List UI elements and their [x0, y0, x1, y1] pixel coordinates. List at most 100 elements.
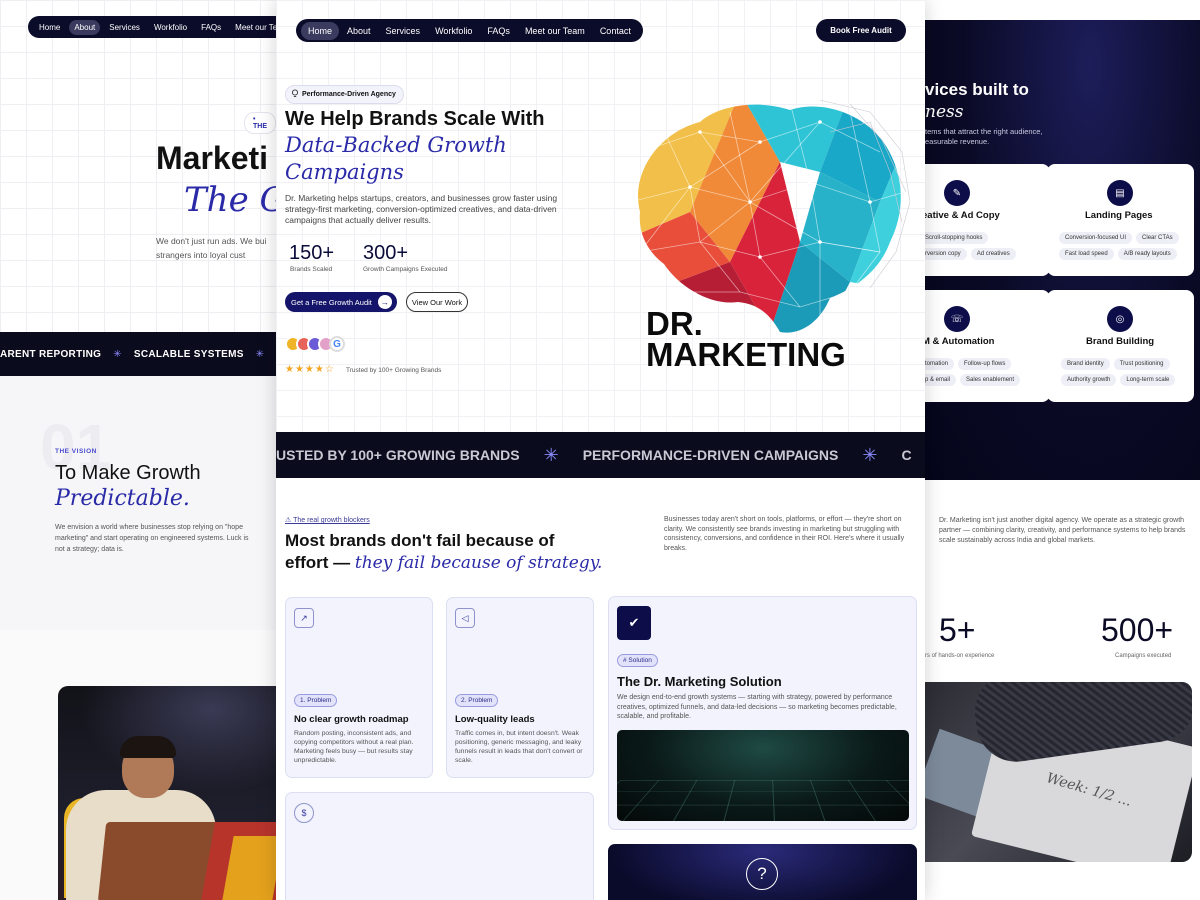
left-nav-home[interactable]: Home — [34, 20, 65, 35]
left-page-preview: Home About Services Workfolio FAQs Meet … — [0, 0, 276, 900]
service-card-title: eative & Ad Copy — [925, 210, 1000, 221]
service-card-title: Brand Building — [1086, 336, 1155, 347]
speaker-photo — [58, 686, 276, 900]
solution-image-grid — [617, 780, 909, 821]
service-tag: Fast load speed — [1059, 248, 1114, 260]
main-page-preview: Home About Services Workfolio FAQs Meet … — [276, 0, 925, 900]
rating-stars: ★★★★☆ — [285, 364, 335, 375]
left-nav-team[interactable]: Meet our Te — [230, 20, 276, 35]
stat-value: 500+ — [1101, 612, 1174, 648]
service-tag: Brand identity — [1061, 358, 1110, 370]
left-marquee-item: SCALABLE SYSTEMS — [133, 348, 244, 360]
problem-tag: 1. Problem — [294, 694, 338, 707]
service-tag: Conversion-focused UI — [1059, 232, 1133, 244]
marquee-item: C — [901, 447, 912, 463]
brain-illustration — [638, 99, 910, 333]
stat-campaigns-label: Growth Campaigns Executed — [363, 266, 448, 273]
service-tag: Authority growth — [1061, 374, 1117, 386]
services-heading: vices built to — [925, 80, 1029, 99]
faq-card[interactable]: ? — [608, 844, 917, 900]
service-tags: Scroll-stopping hooks rversion copy Ad c… — [925, 232, 1039, 260]
growth-blockers-title-line2: effort — they fail because of strategy. — [285, 553, 602, 573]
left-hero-chip: • THE — [244, 112, 276, 134]
vision-title: To Make Growth — [55, 462, 201, 484]
free-growth-audit-label: Get a Free Growth Audit — [291, 297, 372, 307]
screenshot-canvas: Home About Services Workfolio FAQs Meet … — [0, 0, 1200, 900]
marquee-item: PERFORMANCE-DRIVEN CAMPAIGNS — [582, 447, 839, 463]
view-our-work-button[interactable]: View Our Work — [406, 292, 468, 312]
brand-wordmark: DR. MARKETING — [646, 305, 846, 373]
nav-home[interactable]: Home — [301, 21, 340, 40]
service-tag: Long-term scale — [1120, 374, 1176, 386]
service-tag: Trust positioning — [1113, 358, 1170, 370]
star-icon: ✳ — [862, 444, 878, 465]
service-tag: Scroll-stopping hooks — [925, 232, 989, 244]
stat-brands-value: 150+ — [289, 242, 335, 264]
service-tag: Clear CTAs — [1136, 232, 1179, 244]
book-free-audit-button[interactable]: Book Free Audit — [816, 19, 906, 42]
pen-icon: ✎ — [944, 180, 970, 206]
support-icon: ☏ — [944, 306, 970, 332]
stat-campaigns-value: 300+ — [363, 242, 409, 264]
main-nav-bar: Home About Services Workfolio FAQs Meet … — [296, 19, 643, 42]
left-hero-title-italic: The G — [184, 180, 276, 220]
solution-image — [617, 730, 909, 821]
arrow-right-icon: → — [377, 295, 392, 309]
problem-card-budget[interactable]: $ — [285, 792, 594, 900]
left-nav-faqs[interactable]: FAQs — [196, 20, 226, 35]
layout-icon: ▤ — [1107, 180, 1133, 206]
left-hero-title: Marketi — [156, 140, 269, 176]
brand-wordmark-line: DR. — [646, 305, 703, 342]
problem-body: Traffic comes in, but intent doesn't. We… — [455, 730, 583, 764]
brand-wordmark-line: MARKETING — [646, 336, 846, 373]
problem-card-leads[interactable]: ◁ 2. Problem Low-quality leads Traffic c… — [446, 597, 594, 778]
star-icon: ✳ — [543, 444, 559, 465]
star-icon: ✳ — [113, 348, 122, 360]
hero-title: We Help Brands Scale With — [285, 108, 545, 130]
service-tag: Ad creatives — [970, 248, 1016, 260]
stat-label: Campaigns executed — [1115, 653, 1172, 659]
left-nav-workfolio[interactable]: Workfolio — [149, 20, 192, 35]
client-logos: G — [285, 336, 345, 352]
service-card-title: Landing Pages — [1085, 210, 1153, 221]
vision-body: We envision a world where businesses sto… — [55, 524, 249, 553]
left-hero-lead: We don't just run ads. We bui strangers … — [156, 236, 267, 260]
service-tag: rversion copy — [925, 248, 967, 260]
about-body: Dr. Marketing isn't just another digital… — [939, 517, 1186, 544]
service-card-automation[interactable]: ☏ M & Automation tomation Follow-up flow… — [925, 290, 1050, 402]
megaphone-icon: ◁ — [455, 608, 475, 628]
growth-blockers-body: Businesses today aren't short on tools, … — [664, 516, 905, 552]
service-card-creative[interactable]: ✎ eative & Ad Copy Scroll-stopping hooks… — [925, 164, 1050, 276]
left-marquee: ARENT REPORTING ✳ SCALABLE SYSTEMS ✳ CR — [0, 332, 276, 376]
agency-badge: Performance-Driven Agency — [285, 85, 404, 104]
service-tags: tomation Follow-up flows p & email Sales… — [925, 358, 1039, 386]
google-logo-icon: G — [329, 336, 345, 352]
hero-description: Dr. Marketing helps startups, creators, … — [285, 193, 558, 225]
growth-blockers-label: ⚠ The real growth blockers — [285, 517, 370, 524]
service-tag: tomation — [925, 358, 955, 370]
service-card-brand-building[interactable]: ◎ Brand Building Brand identity Trust po… — [1047, 290, 1194, 402]
nav-about[interactable]: About — [340, 22, 378, 40]
free-growth-audit-button[interactable]: Get a Free Growth Audit → — [285, 292, 397, 312]
globe-icon: ◎ — [1107, 306, 1133, 332]
solution-card[interactable]: ✔ # Solution The Dr. Marketing Solution … — [608, 596, 917, 830]
service-card-landing-pages[interactable]: ▤ Landing Pages Conversion-focused UI Cl… — [1047, 164, 1194, 276]
problem-title: No clear growth roadmap — [294, 714, 409, 725]
nav-workfolio[interactable]: Workfolio — [428, 22, 479, 40]
bulb-icon — [291, 89, 299, 100]
question-icon: ? — [746, 858, 778, 890]
hero-title-italic: Campaigns — [285, 160, 404, 184]
service-card-title: M & Automation — [925, 336, 995, 347]
problem-tag: 2. Problem — [455, 694, 499, 707]
left-nav-about[interactable]: About — [69, 19, 101, 35]
service-tags: Brand identity Trust positioning Authori… — [1061, 358, 1189, 386]
problem-card-roadmap[interactable]: ↗ 1. Problem No clear growth roadmap Ran… — [285, 597, 433, 778]
problem-title: Low-quality leads — [455, 714, 535, 725]
nav-meet-our-team[interactable]: Meet our Team — [518, 22, 592, 40]
nav-contact[interactable]: Contact — [593, 22, 638, 40]
nav-faqs[interactable]: FAQs — [480, 22, 517, 40]
trust-text: Trusted by 100+ Growing Brands — [346, 367, 442, 374]
vision-label: THE VISION — [55, 448, 97, 455]
left-nav-services[interactable]: Services — [104, 20, 145, 35]
nav-services[interactable]: Services — [379, 22, 428, 40]
